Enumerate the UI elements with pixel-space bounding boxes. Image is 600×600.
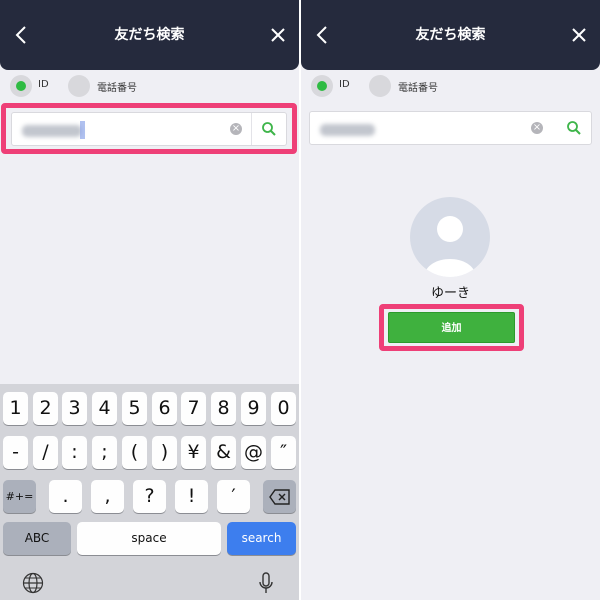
radio-id-label: ID <box>339 79 350 90</box>
right-screen: 友だち検索 ID 電話番号 × ゆーき 追加 <box>301 0 600 600</box>
left-screen: 友だち検索 ID 電話番号 × 1 2 3 4 5 6 7 8 9 0 - / … <box>0 0 299 600</box>
microphone-icon[interactable] <box>257 572 275 596</box>
key-ampersand[interactable]: & <box>211 436 236 469</box>
key-prime[interactable]: ′ <box>217 480 250 513</box>
radio-phone[interactable] <box>68 75 90 97</box>
key-colon[interactable]: : <box>62 436 87 469</box>
key-9[interactable]: 9 <box>241 392 266 425</box>
key-1[interactable]: 1 <box>3 392 28 425</box>
key-period[interactable]: . <box>49 480 82 513</box>
key-4[interactable]: 4 <box>92 392 117 425</box>
avatar-icon <box>424 216 476 277</box>
key-semicolon[interactable]: ; <box>92 436 117 469</box>
key-comma[interactable]: , <box>91 480 124 513</box>
key-slash[interactable]: / <box>33 436 58 469</box>
add-friend-button[interactable]: 追加 <box>388 312 515 343</box>
search-button[interactable] <box>557 112 591 144</box>
radio-selected-dot <box>317 81 327 91</box>
clear-icon[interactable]: × <box>531 122 543 134</box>
radio-phone-label: 電話番号 <box>97 83 137 94</box>
search-input[interactable]: × <box>309 111 592 145</box>
radio-id[interactable] <box>10 75 32 97</box>
key-exclamation[interactable]: ! <box>175 480 208 513</box>
abc-key[interactable]: ABC <box>3 522 71 555</box>
backspace-key[interactable] <box>263 480 296 513</box>
key-7[interactable]: 7 <box>181 392 206 425</box>
key-symbols-toggle[interactable]: #+= <box>3 480 36 513</box>
key-3[interactable]: 3 <box>62 392 87 425</box>
header-bar: 友だち検索 <box>301 0 600 70</box>
key-close-paren[interactable]: ) <box>152 436 177 469</box>
keyboard: 1 2 3 4 5 6 7 8 9 0 - / : ; ( ) ¥ & @ ″ … <box>0 384 299 600</box>
radio-id[interactable] <box>311 75 333 97</box>
key-open-paren[interactable]: ( <box>122 436 147 469</box>
close-icon[interactable] <box>269 25 287 45</box>
key-question[interactable]: ? <box>133 480 166 513</box>
key-8[interactable]: 8 <box>211 392 236 425</box>
key-yen[interactable]: ¥ <box>181 436 206 469</box>
key-5[interactable]: 5 <box>122 392 147 425</box>
search-input-blurred-text <box>320 124 375 136</box>
search-highlight-box <box>1 103 297 154</box>
search-icon <box>567 121 581 135</box>
key-6[interactable]: 6 <box>152 392 177 425</box>
profile-name: ゆーき <box>430 286 470 301</box>
close-icon[interactable] <box>570 25 588 45</box>
page-title: 友だち検索 <box>114 27 185 43</box>
backspace-icon <box>269 489 290 505</box>
globe-icon[interactable] <box>22 572 44 594</box>
key-2[interactable]: 2 <box>33 392 58 425</box>
radio-id-label: ID <box>38 79 49 90</box>
header-bar: 友だち検索 <box>0 0 299 70</box>
radio-phone[interactable] <box>369 75 391 97</box>
radio-selected-dot <box>16 81 26 91</box>
key-0[interactable]: 0 <box>271 392 296 425</box>
search-key[interactable]: search <box>227 522 296 555</box>
page-title: 友だち検索 <box>415 27 486 43</box>
key-at[interactable]: @ <box>241 436 266 469</box>
radio-phone-label: 電話番号 <box>398 83 438 94</box>
space-key[interactable]: space <box>77 522 221 555</box>
key-double-prime[interactable]: ″ <box>271 436 296 469</box>
key-hyphen[interactable]: - <box>3 436 28 469</box>
profile-avatar <box>410 197 490 277</box>
